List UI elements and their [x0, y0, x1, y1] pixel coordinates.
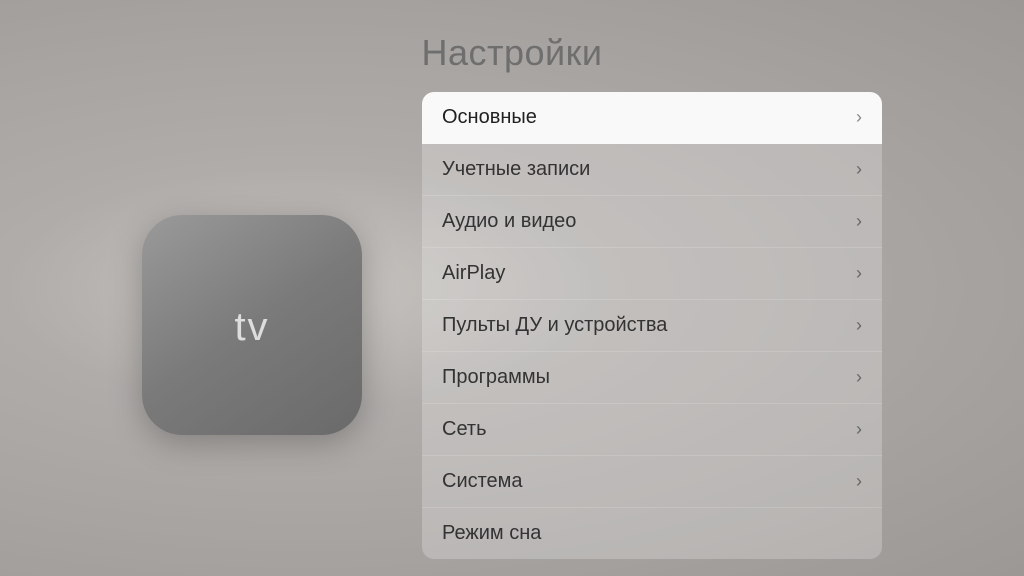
menu-item-system[interactable]: Система ›: [422, 456, 882, 508]
tv-label: tv: [234, 305, 269, 350]
chevron-icon-system: ›: [856, 471, 862, 492]
menu-item-airplay[interactable]: AirPlay ›: [422, 248, 882, 300]
apple-tv-logo: tv: [142, 215, 362, 435]
menu-item-network[interactable]: Сеть ›: [422, 404, 882, 456]
menu-item-audio_video[interactable]: Аудио и видео ›: [422, 196, 882, 248]
menu-item-label-osnovnye: Основные: [442, 106, 537, 129]
content-area: tv Основные›Учетные записи›Аудио и видео…: [0, 74, 1024, 576]
chevron-icon-audio_video: ›: [856, 211, 862, 232]
menu-item-programs[interactable]: Программы ›: [422, 352, 882, 404]
menu-item-osnovnye[interactable]: Основные ›: [422, 92, 882, 144]
menu-item-remotes[interactable]: Пульты ДУ и устройства ›: [422, 300, 882, 352]
menu-item-label-airplay: AirPlay: [442, 262, 505, 285]
menu-item-label-remotes: Пульты ДУ и устройства: [442, 314, 667, 337]
menu-item-accounts[interactable]: Учетные записи ›: [422, 144, 882, 196]
menu-item-label-system: Система: [442, 470, 523, 493]
chevron-icon-accounts: ›: [856, 159, 862, 180]
menu-item-label-sleep: Режим сна: [442, 522, 541, 545]
menu-item-label-programs: Программы: [442, 366, 550, 389]
page-title: Настройки: [421, 32, 602, 74]
chevron-icon-programs: ›: [856, 367, 862, 388]
menu-item-sleep[interactable]: Режим сна: [422, 508, 882, 559]
menu-item-label-network: Сеть: [442, 418, 486, 441]
chevron-icon-remotes: ›: [856, 315, 862, 336]
chevron-icon-osnovnye: ›: [856, 107, 862, 128]
settings-menu: Основные›Учетные записи›Аудио и видео›Ai…: [422, 92, 882, 559]
menu-item-label-accounts: Учетные записи: [442, 158, 590, 181]
chevron-icon-network: ›: [856, 419, 862, 440]
chevron-icon-airplay: ›: [856, 263, 862, 284]
menu-item-label-audio_video: Аудио и видео: [442, 210, 576, 233]
